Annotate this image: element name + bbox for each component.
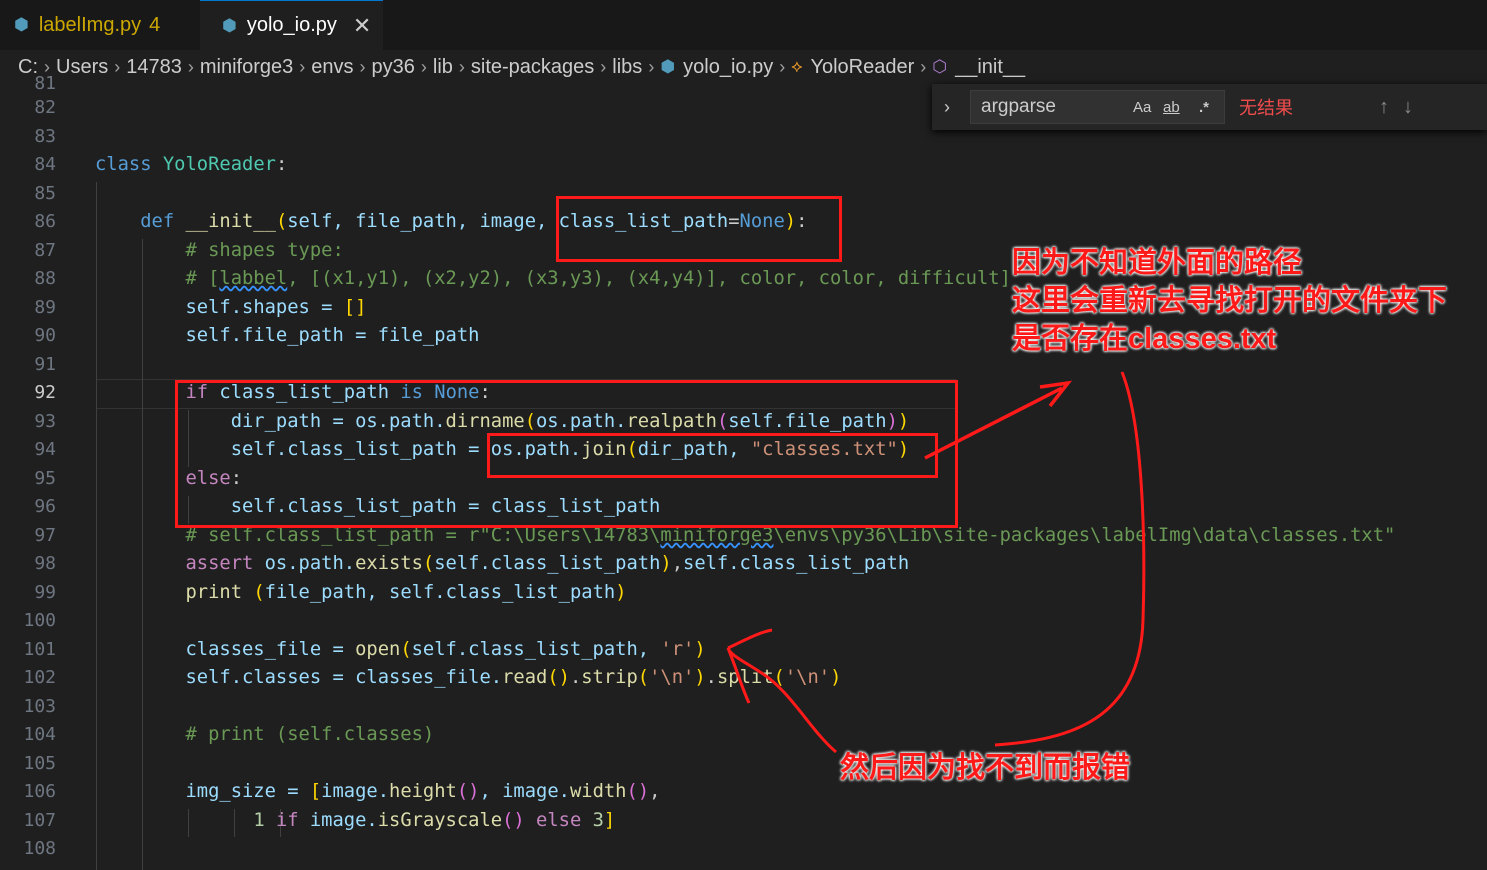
annotation-note-path: 因为不知道外面的路径 这里会重新去寻找打开的文件夹下 是否存在classes.t… [1012, 247, 1448, 355]
annotation-note-error: 然后因为找不到而报错 [840, 752, 1131, 784]
annotation-arrows [726, 371, 1146, 754]
